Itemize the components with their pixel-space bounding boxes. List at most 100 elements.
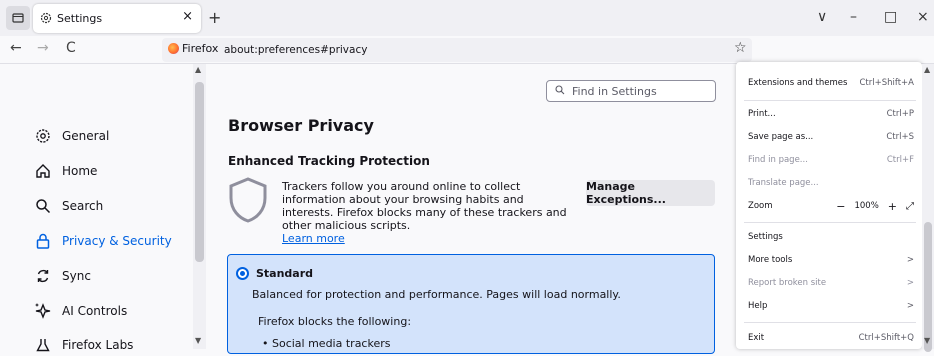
zoom-level[interactable]: 100% bbox=[854, 201, 878, 211]
etp-description-text: Trackers follow you around online to col… bbox=[282, 180, 567, 232]
sidebar-item-sync[interactable]: Sync bbox=[34, 265, 91, 287]
sidebar-item-label: Search bbox=[62, 199, 104, 213]
lock-icon bbox=[34, 232, 52, 250]
menu-item-find[interactable]: Find in page... Ctrl+F bbox=[748, 152, 914, 168]
scroll-up-arrow-icon[interactable]: ▲ bbox=[924, 65, 930, 74]
menu-item-label: Save page as... bbox=[748, 132, 814, 142]
page-scrollbar[interactable]: ▲ ▼ bbox=[922, 64, 934, 352]
menu-item-translate[interactable]: Translate page... bbox=[748, 175, 914, 191]
sidebar-scrollbar[interactable]: ▲ ▼ bbox=[193, 64, 206, 349]
gear-icon bbox=[40, 12, 52, 24]
sidebar-item-home[interactable]: Home bbox=[34, 160, 97, 182]
sidebar-item-label: Privacy & Security bbox=[62, 234, 172, 248]
menu-item-label: Find in page... bbox=[748, 155, 808, 165]
tab-list-icon bbox=[12, 13, 24, 23]
menu-item-label: Report broken site bbox=[748, 278, 827, 288]
zoom-out-button[interactable]: − bbox=[836, 200, 845, 213]
tab-list-button[interactable] bbox=[6, 6, 30, 30]
app-menu-panel: Extensions and themes Ctrl+Shift+A Print.… bbox=[736, 62, 922, 349]
scroll-down-arrow-icon[interactable]: ▼ bbox=[195, 336, 201, 345]
main-content: Find in Settings Browser Privacy Enhance… bbox=[206, 64, 728, 354]
minimize-button[interactable]: – bbox=[850, 9, 857, 25]
menu-item-report-broken-site[interactable]: Report broken site > bbox=[748, 275, 914, 291]
menu-item-shortcut: Ctrl+Shift+A bbox=[859, 78, 914, 88]
menu-item-settings[interactable]: Settings bbox=[748, 229, 914, 245]
forward-button[interactable]: → bbox=[37, 40, 49, 56]
flask-icon bbox=[34, 336, 52, 354]
url-bar[interactable]: Firefox about:preferences#privacy ☆ bbox=[162, 38, 752, 62]
firefox-logo-icon bbox=[168, 43, 179, 54]
sidebar-item-label: General bbox=[62, 129, 110, 143]
standard-protection-card[interactable]: Standard Balanced for protection and per… bbox=[227, 254, 715, 354]
menu-item-label: Settings bbox=[748, 232, 783, 242]
restore-button[interactable]: □ bbox=[884, 9, 897, 25]
tab-settings[interactable]: Settings × bbox=[33, 4, 201, 33]
sparkle-icon bbox=[34, 302, 52, 320]
menu-item-shortcut: Ctrl+F bbox=[886, 155, 914, 165]
sidebar-item-label: Firefox Labs bbox=[62, 338, 134, 352]
search-placeholder: Find in Settings bbox=[572, 84, 657, 98]
page-title: Browser Privacy bbox=[228, 116, 374, 135]
standard-description: Balanced for protection and performance.… bbox=[252, 288, 621, 301]
menu-item-extensions[interactable]: Extensions and themes Ctrl+Shift+A bbox=[748, 75, 914, 91]
fullscreen-icon[interactable]: ⤢ bbox=[906, 201, 914, 212]
search-input[interactable]: Find in Settings bbox=[546, 80, 716, 102]
blocks-title: Firefox blocks the following: bbox=[258, 315, 412, 328]
menu-item-exit[interactable]: Exit Ctrl+Shift+Q bbox=[748, 330, 914, 346]
scroll-down-arrow-icon[interactable]: ▼ bbox=[924, 336, 930, 345]
sync-icon bbox=[34, 267, 52, 285]
list-all-tabs-button[interactable]: ∨ bbox=[817, 9, 827, 25]
sidebar-item-ai-controls[interactable]: AI Controls bbox=[34, 300, 127, 322]
window-close-button[interactable]: × bbox=[917, 9, 929, 25]
identity-box[interactable]: Firefox bbox=[168, 42, 218, 55]
menu-item-print[interactable]: Print... Ctrl+P bbox=[748, 106, 914, 122]
sidebar-item-label: Sync bbox=[62, 269, 91, 283]
chevron-right-icon: > bbox=[906, 278, 914, 288]
url-text: about:preferences#privacy bbox=[224, 44, 368, 56]
menu-item-label: Print... bbox=[748, 109, 776, 119]
menu-item-save-page[interactable]: Save page as... Ctrl+S bbox=[748, 129, 914, 145]
search-icon bbox=[555, 84, 565, 98]
sidebar-item-firefox-labs[interactable]: Firefox Labs bbox=[34, 334, 133, 356]
blocked-item: • Social media trackers bbox=[262, 337, 391, 350]
nav-bar: ← → C Firefox about:preferences#privacy … bbox=[0, 36, 934, 96]
scroll-up-arrow-icon[interactable]: ▲ bbox=[195, 65, 201, 74]
menu-item-label: Translate page... bbox=[748, 178, 819, 188]
scrollbar-thumb[interactable] bbox=[195, 82, 204, 262]
home-icon bbox=[34, 162, 52, 180]
sidebar-item-label: AI Controls bbox=[62, 304, 128, 318]
back-button[interactable]: ← bbox=[10, 40, 22, 56]
new-tab-button[interactable]: + bbox=[208, 8, 221, 27]
tab-close-button[interactable]: × bbox=[182, 9, 193, 24]
standard-radio[interactable] bbox=[236, 267, 249, 280]
tab-strip: Settings × + ∨ – □ × bbox=[0, 0, 934, 36]
etp-description: Trackers follow you around online to col… bbox=[282, 180, 572, 245]
bookmark-star-icon[interactable]: ☆ bbox=[734, 40, 747, 56]
menu-item-more-tools[interactable]: More tools > bbox=[748, 252, 914, 268]
reload-button[interactable]: C bbox=[66, 40, 76, 56]
menu-item-shortcut: Ctrl+P bbox=[886, 109, 914, 119]
sidebar-item-general[interactable]: General bbox=[34, 125, 109, 147]
menu-separator bbox=[744, 100, 916, 101]
shield-icon bbox=[229, 177, 267, 223]
chevron-right-icon: > bbox=[906, 301, 914, 311]
search-icon bbox=[34, 197, 52, 215]
etp-title: Enhanced Tracking Protection bbox=[228, 154, 430, 168]
menu-item-label: Help bbox=[748, 301, 768, 311]
menu-item-label: Zoom bbox=[748, 201, 773, 211]
manage-exceptions-button[interactable]: Manage Exceptions... bbox=[586, 180, 715, 206]
learn-more-link[interactable]: Learn more bbox=[282, 232, 345, 245]
menu-item-help[interactable]: Help > bbox=[748, 298, 914, 314]
gear-icon bbox=[34, 127, 52, 145]
scrollbar-thumb[interactable] bbox=[924, 222, 932, 352]
menu-separator bbox=[744, 322, 916, 323]
menu-separator bbox=[744, 222, 916, 223]
menu-item-shortcut: Ctrl+Shift+Q bbox=[858, 333, 914, 343]
chevron-right-icon: > bbox=[906, 255, 914, 265]
zoom-in-button[interactable]: + bbox=[888, 200, 897, 213]
menu-item-label: Exit bbox=[748, 333, 765, 343]
standard-label: Standard bbox=[256, 267, 314, 280]
sidebar-item-search[interactable]: Search bbox=[34, 195, 103, 217]
menu-item-zoom: Zoom − 100% + ⤢ bbox=[748, 198, 914, 214]
sidebar-item-privacy-security[interactable]: Privacy & Security bbox=[34, 230, 172, 252]
